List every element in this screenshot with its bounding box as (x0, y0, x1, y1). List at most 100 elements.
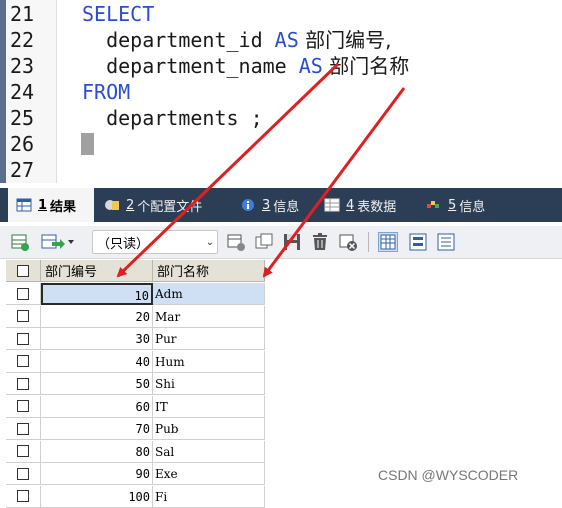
code-line[interactable]: FROM (82, 79, 130, 105)
cell-dept-name[interactable]: Pub (153, 418, 265, 440)
line-number: 23 (10, 53, 50, 79)
sql-keyword: FROM (82, 80, 130, 104)
grid-view-icon[interactable] (378, 232, 398, 252)
code-text: 部门名称 (323, 54, 409, 78)
code-line[interactable]: departments ; (82, 105, 263, 131)
code-line[interactable]: department_id AS 部门编号, (82, 27, 391, 53)
table-row[interactable]: 30Pur (0, 328, 265, 351)
line-number: 22 (10, 27, 50, 53)
row-select-cell[interactable] (6, 328, 41, 350)
cell-dept-name[interactable]: Exe (153, 463, 265, 485)
row-checkbox[interactable] (17, 490, 29, 502)
tab-number: 5 (448, 198, 456, 213)
info-icon (240, 198, 256, 212)
cell-dept-id[interactable]: 30 (41, 328, 153, 350)
code-line[interactable]: department_name AS 部门名称 (82, 53, 409, 79)
cell-dept-name[interactable]: Shi (153, 373, 265, 395)
row-select-cell[interactable] (6, 306, 41, 328)
result-grid: 部门编号 部门名称 10Adm20Mar30Pur40Hum50Shi60IT7… (0, 260, 562, 493)
tab-table-data[interactable]: 4表数据 (324, 188, 414, 222)
sql-editor[interactable]: 21 SELECT 22 department_id AS 部门编号, 23 d… (0, 0, 562, 183)
text-view-icon[interactable] (436, 232, 456, 252)
table-row[interactable]: 80Sal (0, 441, 265, 464)
row-select-cell[interactable] (6, 486, 41, 508)
row-checkbox[interactable] (17, 288, 29, 300)
row-select-cell[interactable] (6, 373, 41, 395)
table-row[interactable]: 60IT (0, 396, 265, 419)
info-icon (426, 198, 442, 212)
tab-label: 信息 (273, 196, 299, 215)
tab-result[interactable]: 1结果 (8, 188, 94, 222)
tab-number: 2 (126, 198, 134, 213)
watermark: CSDN @WYSCODER (378, 467, 518, 483)
table-row[interactable]: 20Mar (0, 306, 265, 329)
cell-dept-id[interactable]: 80 (41, 441, 153, 463)
sql-keyword: SELECT (82, 2, 154, 26)
column-header[interactable]: 部门编号 (41, 260, 153, 282)
cell-dept-name[interactable]: Hum (153, 351, 265, 373)
cell-dept-id[interactable]: 70 (41, 418, 153, 440)
row-checkbox[interactable] (17, 355, 29, 367)
table-row[interactable]: 50Shi (0, 373, 265, 396)
tab-info-3[interactable]: 3信息 (240, 188, 310, 222)
line-number: 26 (10, 131, 50, 157)
tab-info-5[interactable]: 5信息 (426, 188, 506, 222)
row-select-cell[interactable] (6, 396, 41, 418)
row-select-cell[interactable] (6, 283, 41, 305)
code-line[interactable]: SELECT (82, 1, 154, 27)
tab-label: 表数据 (357, 196, 396, 215)
tab-number: 4 (346, 198, 354, 213)
code-text: department_id (82, 28, 275, 52)
row-checkbox[interactable] (17, 423, 29, 435)
cell-dept-id[interactable]: 90 (41, 463, 153, 485)
select-all-checkbox[interactable] (17, 265, 29, 277)
duplicate-record-icon[interactable] (254, 232, 274, 252)
insert-row-icon[interactable] (10, 232, 30, 252)
cell-dept-name[interactable]: Adm (153, 283, 265, 305)
cell-dept-id[interactable]: 20 (41, 306, 153, 328)
row-select-cell[interactable] (6, 463, 41, 485)
table-row[interactable]: 40Hum (0, 351, 265, 374)
row-checkbox[interactable] (17, 468, 29, 480)
save-icon[interactable] (282, 232, 302, 252)
add-record-icon[interactable] (226, 232, 246, 252)
row-select-cell[interactable] (6, 441, 41, 463)
delete-icon[interactable] (310, 232, 330, 252)
select-all-header[interactable] (6, 260, 41, 282)
cancel-changes-icon[interactable] (338, 232, 358, 252)
cell-dept-id[interactable]: 10 (41, 283, 153, 305)
gutter-divider (56, 0, 57, 183)
line-number: 21 (10, 1, 50, 27)
cell-dept-name[interactable]: Mar (153, 306, 265, 328)
cell-dept-id[interactable]: 40 (41, 351, 153, 373)
result-toolbar: （只读） ⌄ (0, 226, 562, 259)
table-row[interactable]: 10Adm (0, 283, 265, 306)
tab-label: 信息 (459, 196, 485, 215)
cell-dept-name[interactable]: Pur (153, 328, 265, 350)
export-dropdown-icon[interactable] (40, 232, 74, 252)
column-header[interactable]: 部门名称 (153, 260, 265, 282)
row-checkbox[interactable] (17, 310, 29, 322)
cell-dept-id[interactable]: 100 (41, 486, 153, 508)
row-select-cell[interactable] (6, 351, 41, 373)
cell-dept-name[interactable]: IT (153, 396, 265, 418)
table-row[interactable]: 100Fi (0, 486, 265, 508)
cell-dept-name[interactable]: Fi (153, 486, 265, 508)
table-row[interactable]: 70Pub (0, 418, 265, 441)
tab-number: 1 (38, 198, 47, 213)
readonly-mode-select[interactable]: （只读） ⌄ (92, 230, 218, 254)
tab-profile[interactable]: 2个配置文件 (104, 188, 224, 222)
row-select-cell[interactable] (6, 418, 41, 440)
line-number: 27 (10, 157, 50, 183)
form-view-icon[interactable] (408, 232, 428, 252)
row-checkbox[interactable] (17, 445, 29, 457)
row-checkbox[interactable] (17, 333, 29, 345)
cell-dept-id[interactable]: 50 (41, 373, 153, 395)
table-row[interactable]: 90Exe (0, 463, 265, 486)
cell-dept-name[interactable]: Sal (153, 441, 265, 463)
sql-keyword: AS (299, 54, 323, 78)
row-checkbox[interactable] (17, 378, 29, 390)
row-checkbox[interactable] (17, 400, 29, 412)
cell-dept-id[interactable]: 60 (41, 396, 153, 418)
line-number: 25 (10, 105, 50, 131)
